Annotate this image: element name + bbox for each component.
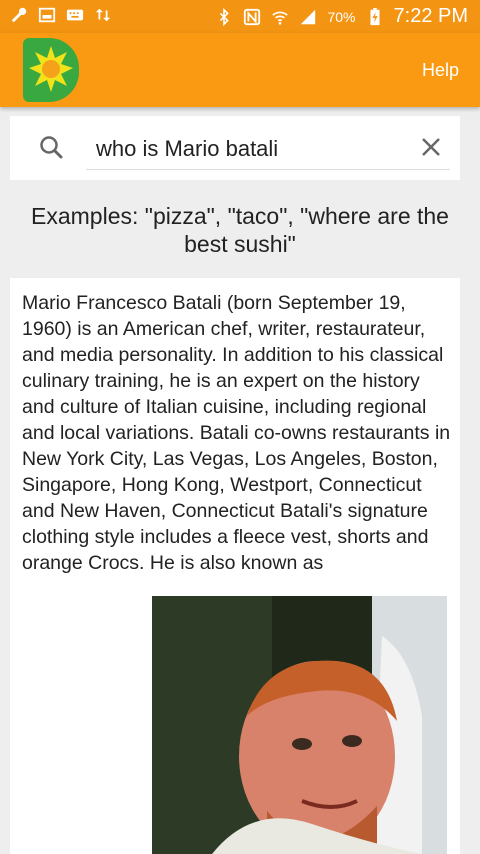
help-button[interactable]: Help bbox=[422, 60, 459, 81]
battery-percent: 70% bbox=[327, 8, 356, 25]
portrait-image bbox=[152, 596, 447, 854]
battery-charging-icon bbox=[370, 7, 380, 25]
status-bar: 70% 7:22 PM bbox=[0, 0, 480, 33]
status-right-icons: 70% 7:22 PM bbox=[215, 5, 468, 28]
app-bar: Help bbox=[0, 33, 480, 107]
result-card: Mario Francesco Batali (born September 1… bbox=[10, 278, 460, 854]
sync-icon bbox=[95, 8, 111, 22]
examples-hint: Examples: "pizza", "taco", "where are th… bbox=[31, 203, 449, 257]
app-logo[interactable] bbox=[23, 38, 79, 102]
wifi-icon bbox=[272, 11, 289, 25]
search-underline bbox=[86, 169, 450, 170]
clock: 7:22 PM bbox=[393, 5, 468, 27]
nfc-icon bbox=[244, 8, 261, 25]
result-description: Mario Francesco Batali (born September 1… bbox=[22, 292, 451, 574]
sun-logo-icon bbox=[29, 46, 73, 92]
wrench-icon bbox=[11, 7, 27, 23]
clear-icon[interactable] bbox=[420, 136, 442, 158]
search-input[interactable]: who is Mario batali bbox=[96, 136, 278, 162]
signal-icon bbox=[301, 9, 316, 24]
search-bar: who is Mario batali bbox=[10, 116, 460, 180]
status-left-icons bbox=[10, 6, 112, 24]
image-icon bbox=[38, 7, 56, 23]
result-photo bbox=[152, 596, 447, 854]
bluetooth-icon bbox=[220, 7, 230, 26]
keyboard-icon bbox=[66, 9, 84, 21]
search-icon[interactable] bbox=[38, 134, 64, 160]
